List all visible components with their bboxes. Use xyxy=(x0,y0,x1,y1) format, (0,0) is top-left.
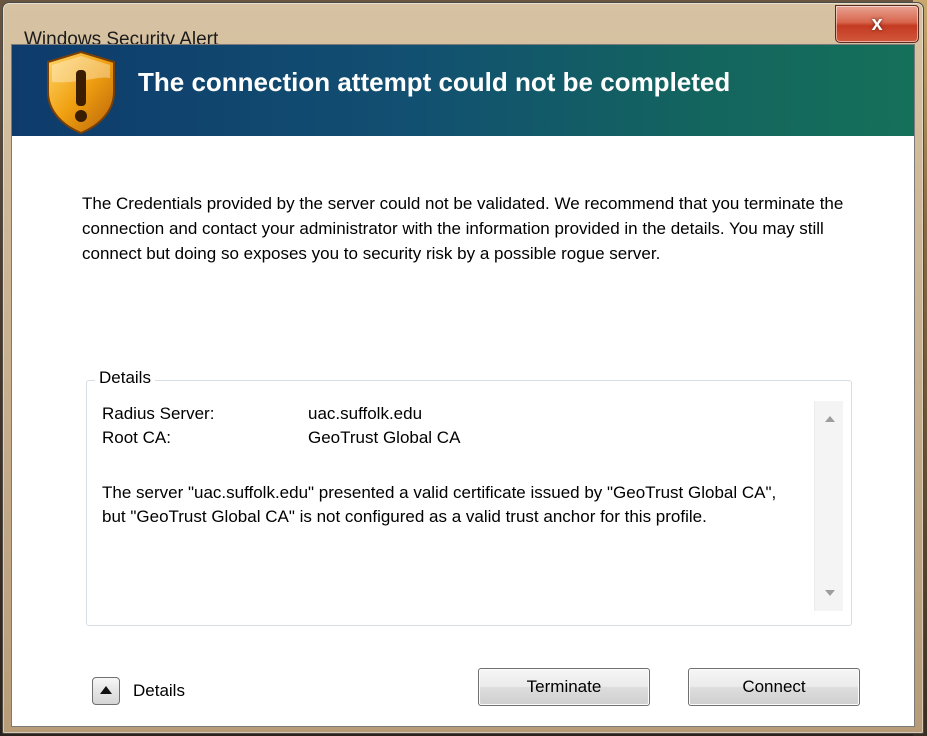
details-toggle-label: Details xyxy=(133,681,185,700)
details-group-label: Details xyxy=(95,368,155,388)
details-scrollbar[interactable] xyxy=(814,401,843,611)
security-alert-window: Windows Security Alert x The connection … xyxy=(2,2,924,734)
detail-key: Radius Server: xyxy=(102,404,215,423)
shield-warning-icon xyxy=(47,50,115,135)
details-toggle[interactable]: Details xyxy=(86,673,246,709)
details-description: The server "uac.suffolk.edu" presented a… xyxy=(102,483,777,526)
detail-row-root-ca: Root CA: GeoTrust Global CA xyxy=(98,426,812,450)
chevron-up-icon xyxy=(100,686,112,694)
alert-banner: The connection attempt could not be comp… xyxy=(12,45,914,136)
alert-message: The Credentials provided by the server c… xyxy=(82,194,844,263)
detail-key: Root CA: xyxy=(102,428,171,447)
detail-value: GeoTrust Global CA xyxy=(308,428,461,447)
scroll-up-icon[interactable] xyxy=(825,416,835,422)
detail-value: uac.suffolk.edu xyxy=(308,404,423,423)
detail-row-radius-server: Radius Server: uac.suffolk.edu xyxy=(98,402,812,426)
close-button[interactable]: x xyxy=(835,5,919,43)
details-toggle-button[interactable] xyxy=(92,677,120,705)
details-text-area[interactable]: Radius Server: uac.suffolk.edu Root CA: … xyxy=(98,402,812,612)
terminate-button[interactable]: Terminate xyxy=(478,668,650,706)
connect-button[interactable]: Connect xyxy=(688,668,860,706)
details-groupbox: Details Radius Server: uac.suffolk.edu R… xyxy=(86,368,852,626)
alert-heading: The connection attempt could not be comp… xyxy=(138,67,731,97)
close-icon: x xyxy=(871,12,883,35)
dialog-content: The connection attempt could not be comp… xyxy=(11,44,915,727)
scroll-down-icon[interactable] xyxy=(825,590,835,596)
